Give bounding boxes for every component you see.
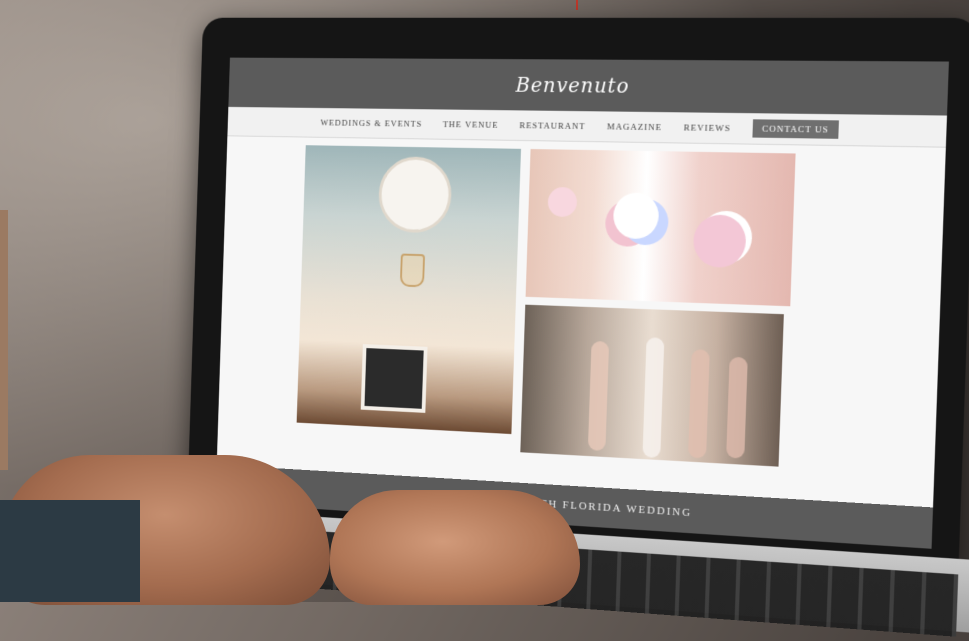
site-logo[interactable]: Benvenuto: [515, 73, 629, 98]
bridesmaid-silhouette-icon: [587, 340, 610, 452]
bridesmaid-silhouette-icon: [726, 356, 748, 459]
ceiling-medallion-icon: [377, 156, 453, 234]
venue-photo[interactable]: [296, 145, 522, 435]
doorway-icon: [360, 344, 428, 413]
website-screen: Benvenuto WEDDINGS & EVENTS THE VENUE RE…: [215, 57, 949, 549]
sleeve: [0, 500, 140, 602]
bridesmaid-silhouette-icon: [642, 337, 665, 459]
bouquet-flower-icon: [547, 186, 578, 218]
chandelier-icon: [399, 253, 426, 288]
red-accent-line: [576, 0, 578, 10]
bouquets-photo[interactable]: [525, 149, 796, 307]
contact-us-button[interactable]: CONTACT US: [752, 119, 839, 139]
bridesmaid-silhouette-icon: [688, 349, 710, 459]
site-header: Benvenuto: [228, 57, 949, 116]
nav-the-venue[interactable]: THE VENUE: [443, 119, 499, 130]
photo-gallery: [217, 136, 946, 490]
bouquet-flower-icon: [612, 192, 660, 240]
bouquet-flower-icon: [692, 214, 747, 269]
nav-magazine[interactable]: MAGAZINE: [607, 121, 662, 132]
bridal-party-photo[interactable]: [520, 304, 784, 467]
wall-strip: [0, 210, 8, 470]
nav-reviews[interactable]: REVIEWS: [684, 122, 731, 133]
right-hand: [330, 490, 580, 605]
nav-restaurant[interactable]: RESTAURANT: [519, 120, 585, 131]
nav-weddings-events[interactable]: WEDDINGS & EVENTS: [320, 118, 422, 129]
